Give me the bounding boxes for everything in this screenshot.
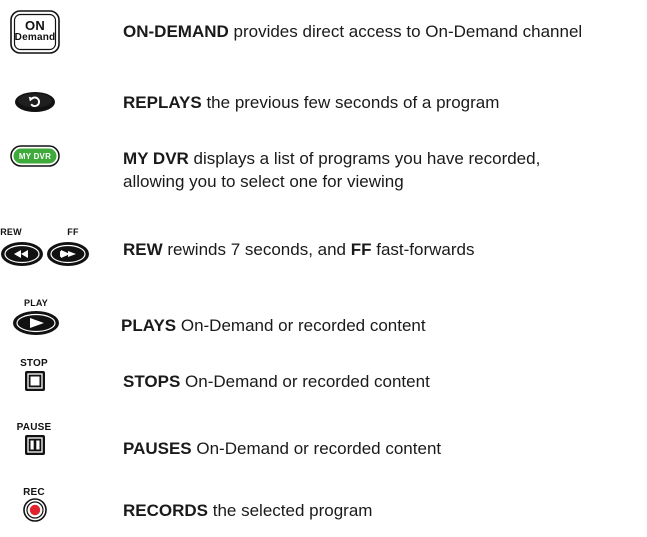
pause-term: PAUSES bbox=[123, 439, 192, 458]
mydvr-text-1: displays a list of programs you have rec… bbox=[188, 149, 541, 168]
replay-description: REPLAYS the previous few seconds of a pr… bbox=[123, 91, 499, 114]
pause-caption: PAUSE bbox=[16, 422, 52, 433]
ff-caption: FF bbox=[67, 227, 79, 237]
rec-description: RECORDS the selected program bbox=[123, 499, 372, 522]
pause-description: PAUSES On-Demand or recorded content bbox=[123, 437, 441, 460]
stop-icon bbox=[25, 371, 45, 391]
ff-term: FF bbox=[350, 240, 372, 259]
rec-row: REC RECORDS the selected program bbox=[0, 487, 647, 537]
rewff-row: REW FF REW rewinds 7 seconds, and FF fas… bbox=[0, 222, 647, 272]
play-icon bbox=[13, 311, 59, 335]
replay-icon bbox=[15, 92, 55, 112]
ondemand-row: ON Demand ON-DEMAND provides direct acce… bbox=[0, 0, 647, 60]
pause-row: PAUSE PAUSES On-Demand or recorded conte… bbox=[0, 422, 647, 467]
ondemand-button[interactable]: ON Demand bbox=[10, 10, 60, 54]
ondemand-label-demand: Demand bbox=[14, 32, 56, 43]
ff-button[interactable] bbox=[46, 241, 90, 267]
fast-forward-icon bbox=[47, 242, 89, 266]
mydvr-button[interactable]: MY DVR bbox=[10, 145, 60, 167]
replay-text: the previous few seconds of a program bbox=[201, 93, 500, 112]
rec-caption: REC bbox=[23, 487, 45, 498]
pause-icon bbox=[25, 435, 45, 455]
play-caption: PLAY bbox=[24, 298, 48, 308]
mydvr-description-line2: allowing you to select one for viewing bbox=[123, 170, 404, 193]
rec-text: the selected program bbox=[208, 501, 373, 520]
stop-term: STOPS bbox=[123, 372, 181, 391]
stop-button[interactable] bbox=[24, 370, 46, 392]
stop-text: On-Demand or recorded content bbox=[180, 372, 430, 391]
rec-button[interactable] bbox=[23, 498, 47, 522]
play-term: PLAYS bbox=[121, 316, 177, 335]
rewind-icon bbox=[1, 242, 43, 266]
ondemand-term: ON-DEMAND bbox=[123, 22, 229, 41]
rewff-description: REW rewinds 7 seconds, and FF fast-forwa… bbox=[123, 238, 475, 261]
play-text: On-Demand or recorded content bbox=[176, 316, 426, 335]
rewff-text-end: fast-forwards bbox=[371, 240, 475, 259]
replay-button[interactable] bbox=[14, 91, 56, 113]
mydvr-description-line1: MY DVR displays a list of programs you h… bbox=[123, 147, 540, 170]
rew-button[interactable] bbox=[0, 241, 44, 267]
play-button[interactable] bbox=[12, 310, 60, 336]
mydvr-button-label: MY DVR bbox=[18, 152, 52, 161]
rew-term: REW bbox=[123, 240, 163, 259]
rew-caption: REW bbox=[0, 227, 22, 237]
stop-row: STOP STOPS On-Demand or recorded content bbox=[0, 358, 647, 403]
rec-term: RECORDS bbox=[123, 501, 209, 520]
ondemand-description: ON-DEMAND provides direct access to On-D… bbox=[123, 20, 582, 43]
play-row: PLAY PLAYS On-Demand or recorded content bbox=[0, 298, 647, 343]
pause-text: On-Demand or recorded content bbox=[191, 439, 442, 458]
replay-row: REPLAYS the previous few seconds of a pr… bbox=[0, 85, 647, 125]
replay-term: REPLAYS bbox=[123, 93, 202, 112]
ondemand-text: provides direct access to On-Demand chan… bbox=[228, 22, 583, 41]
ondemand-label-on: ON bbox=[25, 18, 45, 33]
mydvr-text-2: allowing you to select one for viewing bbox=[123, 172, 404, 191]
mydvr-row: MY DVR MY DVR displays a list of program… bbox=[0, 140, 647, 200]
play-description: PLAYS On-Demand or recorded content bbox=[121, 314, 426, 337]
rewff-text-mid: rewinds 7 seconds, and bbox=[162, 240, 351, 259]
mydvr-term: MY DVR bbox=[123, 149, 189, 168]
record-icon bbox=[23, 498, 47, 522]
stop-description: STOPS On-Demand or recorded content bbox=[123, 370, 430, 393]
pause-button[interactable] bbox=[24, 434, 46, 456]
stop-caption: STOP bbox=[20, 358, 48, 369]
